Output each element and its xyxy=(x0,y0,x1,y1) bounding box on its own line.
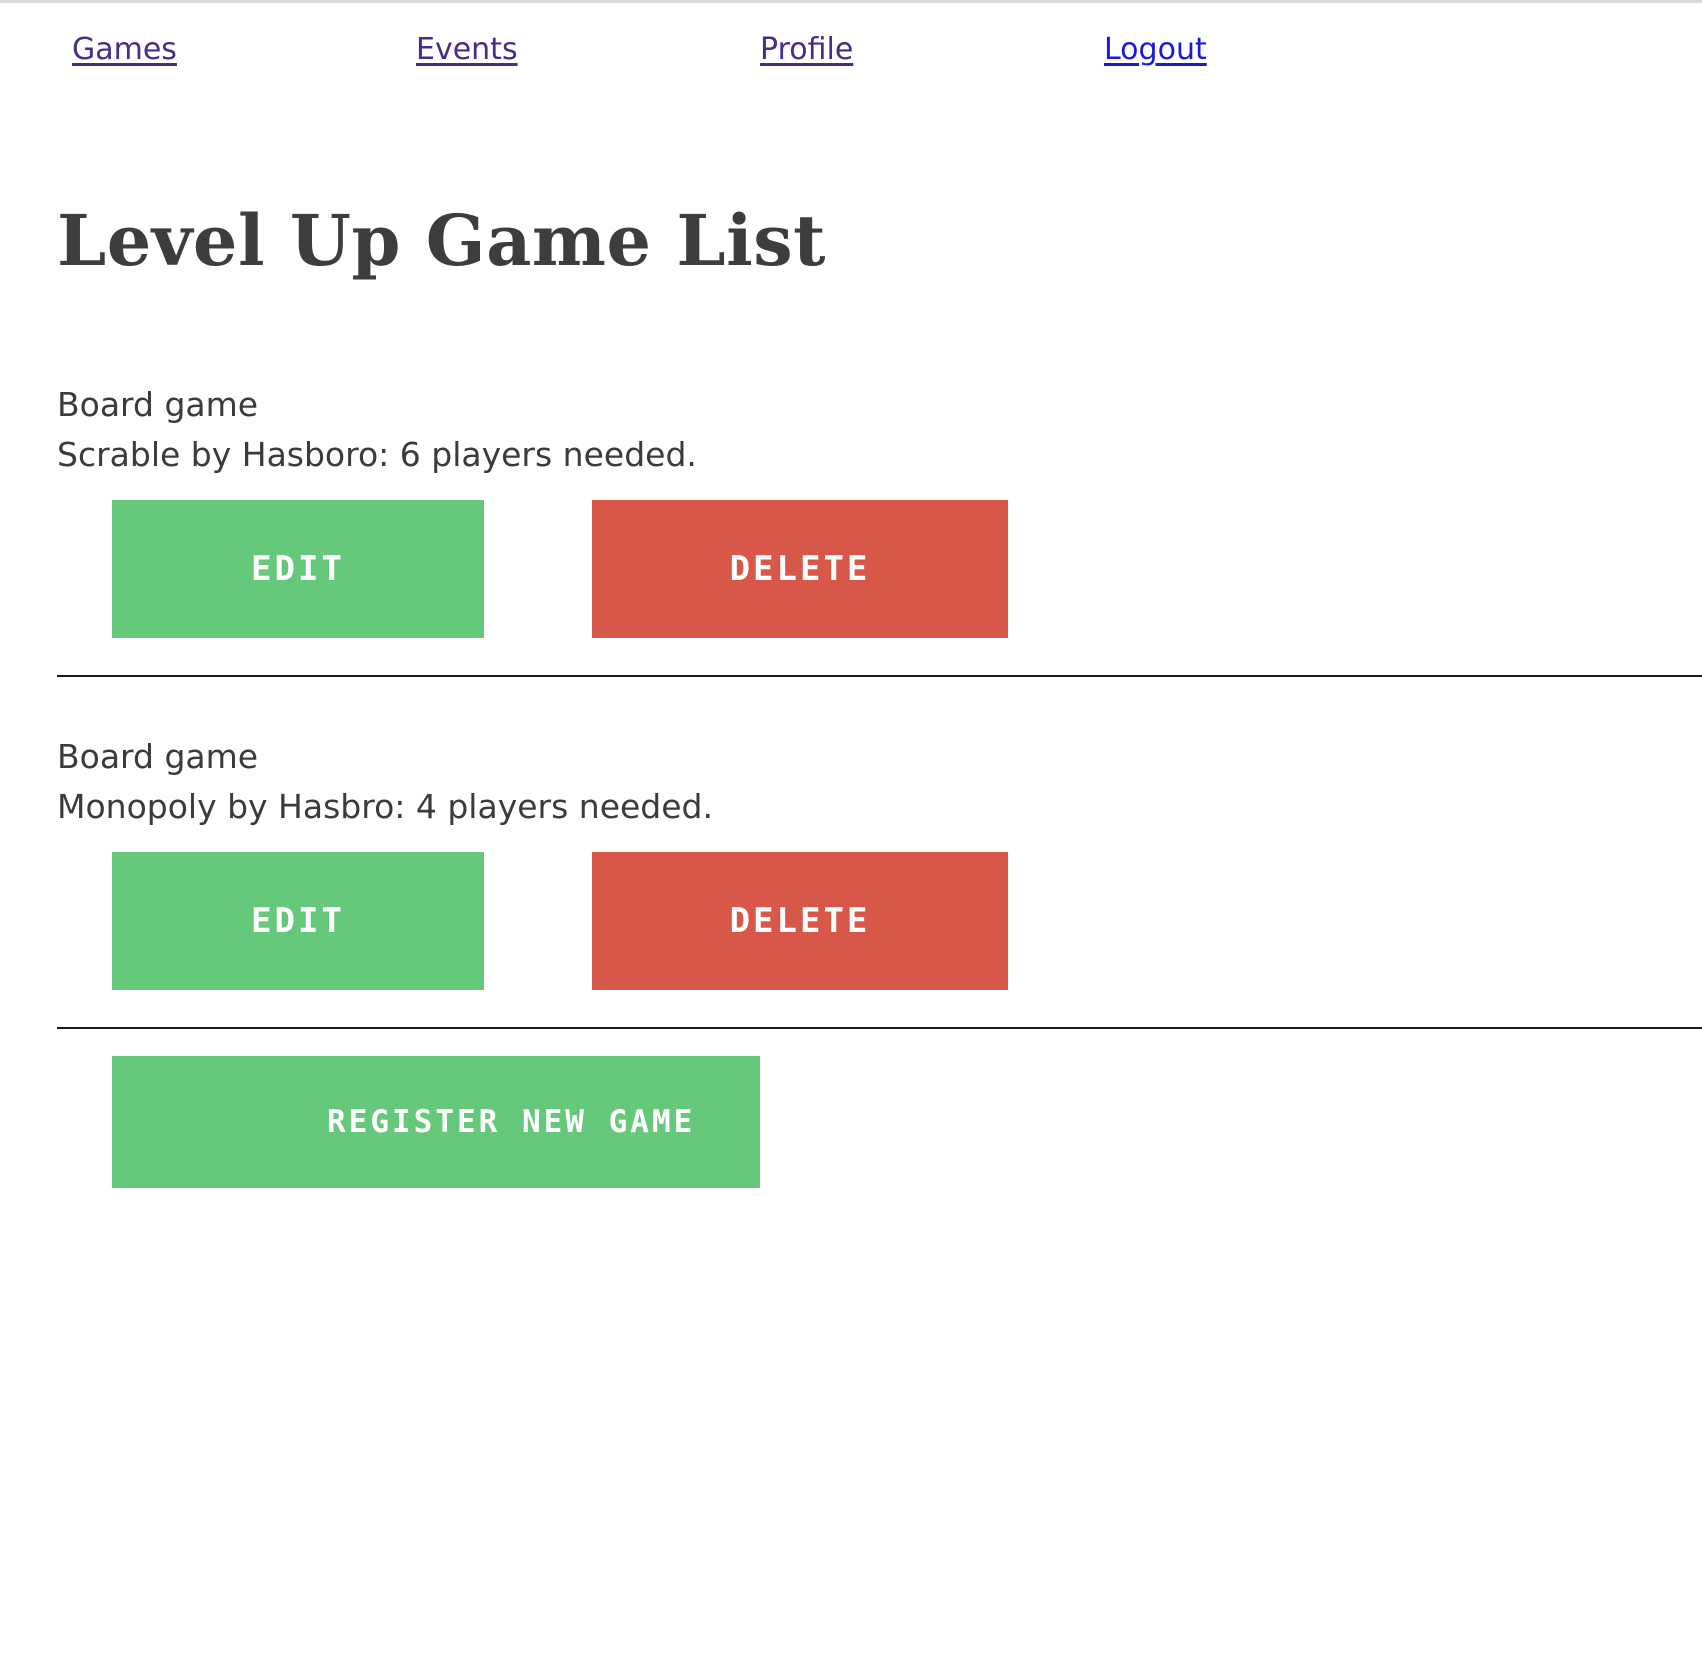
edit-game-button[interactable]: EDIT xyxy=(112,500,484,638)
game-category: Board game xyxy=(57,385,259,424)
game-card: Board game Scrable by Hasboro: 6 players… xyxy=(57,380,1702,638)
game-category: Board game xyxy=(57,737,259,776)
nav-link-games[interactable]: Games xyxy=(72,28,177,72)
top-navigation: Games Events Profile Logout xyxy=(0,28,1702,72)
edit-game-button[interactable]: EDIT xyxy=(112,852,484,990)
game-description: Monopoly by Hasbro: 4 players needed. xyxy=(57,787,713,826)
delete-game-button[interactable]: DELETE xyxy=(592,500,1008,638)
game-description: Scrable by Hasboro: 6 players needed. xyxy=(57,435,697,474)
page-title: Level Up Game List xyxy=(57,199,826,282)
top-border xyxy=(0,0,1702,3)
nav-link-events[interactable]: Events xyxy=(416,28,518,72)
game-actions: EDIT DELETE xyxy=(57,500,1702,638)
delete-game-button[interactable]: DELETE xyxy=(592,852,1008,990)
game-actions: EDIT DELETE xyxy=(57,852,1702,990)
game-divider xyxy=(57,1027,1702,1029)
nav-link-logout[interactable]: Logout xyxy=(1104,28,1207,72)
nav-link-profile[interactable]: Profile xyxy=(760,28,853,72)
register-new-game-button[interactable]: REGISTER NEW GAME xyxy=(112,1056,760,1188)
game-card: Board game Monopoly by Hasbro: 4 players… xyxy=(57,732,1702,990)
game-divider xyxy=(57,675,1702,677)
